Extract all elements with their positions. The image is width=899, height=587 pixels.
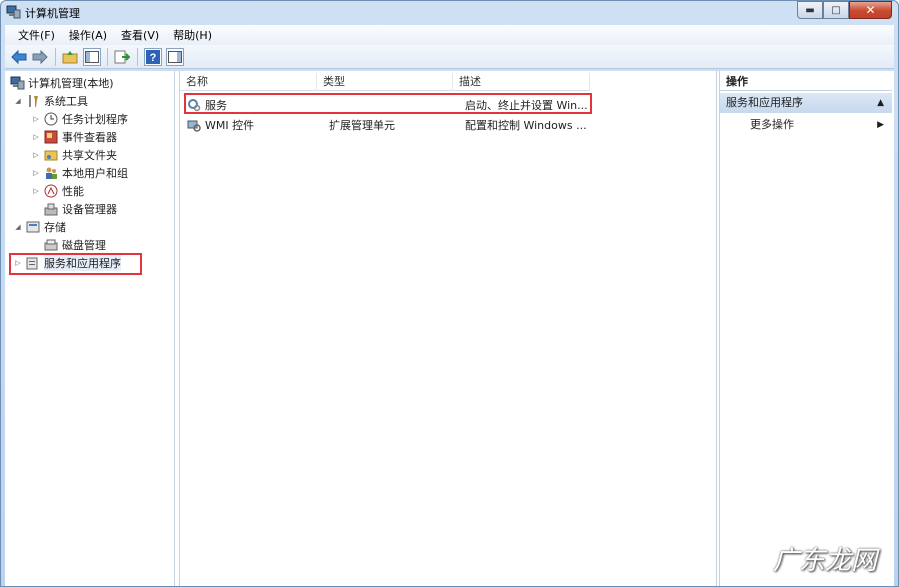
tree-item-performance[interactable]: ▷ 性能 <box>31 182 84 200</box>
device-manager-icon <box>43 201 59 217</box>
computer-management-window: 计算机管理 ▬ □ ✕ 文件(F) 操作(A) 查看(V) 帮助(H) ? 计算… <box>0 0 899 587</box>
tree-item-event-viewer[interactable]: ▷ 事件查看器 <box>31 128 117 146</box>
column-name[interactable]: 名称 <box>180 73 317 91</box>
cell-description: 配置和控制 Windows ... <box>465 118 587 132</box>
list-row-wmi[interactable]: WMI 控件 扩展管理单元 配置和控制 Windows ... <box>180 115 589 134</box>
tree-item-root[interactable]: 计算机管理(本地) <box>9 74 114 92</box>
storage-icon <box>25 219 41 235</box>
tree-label: 本地用户和组 <box>62 167 128 180</box>
window-title: 计算机管理 <box>25 7 80 20</box>
cell-type: 扩展管理单元 <box>329 118 395 132</box>
tools-icon <box>25 93 41 109</box>
toolbar-separator <box>55 47 56 66</box>
tree-item-device-manager[interactable]: 设备管理器 <box>43 200 117 218</box>
performance-icon <box>43 183 59 199</box>
navigation-tree: 计算机管理(本地) ◢ 系统工具 ▷ 任务计划程序 ▷ 事件查看器 ▷ 共享文件… <box>5 71 175 586</box>
tree-item-task-scheduler[interactable]: ▷ 任务计划程序 <box>31 110 128 128</box>
window-controls: ▬ □ ✕ <box>797 1 892 19</box>
toolbar: ? <box>5 45 894 69</box>
actions-header: 操作 <box>720 73 892 91</box>
title-bar[interactable]: 计算机管理 ▬ □ ✕ <box>1 1 898 23</box>
minimize-button[interactable]: ▬ <box>797 1 823 19</box>
menu-action[interactable]: 操作(A) <box>62 27 114 43</box>
export-list-icon[interactable] <box>112 47 132 67</box>
back-icon[interactable] <box>9 47 29 67</box>
svg-text:?: ? <box>150 52 157 64</box>
clock-icon <box>43 111 59 127</box>
list-header: 名称 类型 描述 <box>180 73 590 91</box>
tree-label: 共享文件夹 <box>62 149 117 162</box>
help-icon[interactable]: ? <box>144 47 162 66</box>
event-log-icon <box>43 129 59 145</box>
toolbar-separator <box>107 47 108 66</box>
actions-section-services-apps[interactable]: 服务和应用程序 ▲ <box>720 93 892 113</box>
shared-folder-icon <box>43 147 59 163</box>
users-icon <box>43 165 59 181</box>
highlight-box <box>184 93 592 114</box>
tree-label: 性能 <box>62 185 84 198</box>
column-description[interactable]: 描述 <box>453 73 590 91</box>
tree-item-system-tools[interactable]: ◢ 系统工具 <box>13 92 88 110</box>
show-hide-action-pane-icon[interactable] <box>166 47 184 66</box>
close-button[interactable]: ✕ <box>849 1 892 19</box>
more-actions-label: 更多操作 <box>750 118 794 131</box>
watermark: 广东龙网 <box>773 546 878 576</box>
tree-label: 设备管理器 <box>62 203 117 216</box>
content-area: 计算机管理(本地) ◢ 系统工具 ▷ 任务计划程序 ▷ 事件查看器 ▷ 共享文件… <box>5 71 894 586</box>
computer-management-icon <box>6 5 21 19</box>
collapsed-arrow-icon[interactable]: ▷ <box>31 115 41 123</box>
tree-item-shared-folders[interactable]: ▷ 共享文件夹 <box>31 146 117 164</box>
column-type[interactable]: 类型 <box>317 73 453 91</box>
actions-section-label: 服务和应用程序 <box>726 96 803 109</box>
cell-name: WMI 控件 <box>205 118 255 132</box>
tree-label: 事件查看器 <box>62 131 117 144</box>
highlight-box <box>9 253 142 275</box>
tree-label: 存储 <box>44 221 66 234</box>
expanded-arrow-icon[interactable]: ◢ <box>13 223 23 231</box>
menu-file[interactable]: 文件(F) <box>11 27 62 43</box>
tree-label: 磁盘管理 <box>62 239 106 252</box>
disk-icon <box>43 237 59 253</box>
collapsed-arrow-icon[interactable]: ▷ <box>31 187 41 195</box>
tree-label: 系统工具 <box>44 95 88 108</box>
more-actions-item[interactable]: 更多操作 ▶ <box>720 115 892 135</box>
computer-management-icon <box>9 75 25 91</box>
tree-item-disk-management[interactable]: 磁盘管理 <box>43 236 106 254</box>
tree-item-storage[interactable]: ◢ 存储 <box>13 218 66 236</box>
forward-icon[interactable] <box>30 47 50 67</box>
show-hide-tree-icon[interactable] <box>83 47 101 66</box>
collapse-arrow-icon[interactable]: ▲ <box>877 93 884 113</box>
collapsed-arrow-icon[interactable]: ▷ <box>31 151 41 159</box>
tree-item-local-users[interactable]: ▷ 本地用户和组 <box>31 164 128 182</box>
tree-label: 计算机管理(本地) <box>28 77 114 90</box>
toolbar-separator <box>137 47 138 66</box>
submenu-arrow-icon: ▶ <box>877 120 884 130</box>
actions-pane: 操作 服务和应用程序 ▲ 更多操作 ▶ <box>719 71 894 586</box>
up-folder-icon[interactable] <box>60 47 80 67</box>
menu-view[interactable]: 查看(V) <box>114 27 166 43</box>
menu-bar: 文件(F) 操作(A) 查看(V) 帮助(H) <box>5 25 894 45</box>
menu-help[interactable]: 帮助(H) <box>166 27 219 43</box>
list-pane: 名称 类型 描述 服务 启动、终止并设置 Win... WMI 控件 扩展管理单… <box>179 71 717 586</box>
wmi-icon <box>186 117 202 133</box>
expanded-arrow-icon[interactable]: ◢ <box>13 97 23 105</box>
collapsed-arrow-icon[interactable]: ▷ <box>31 169 41 177</box>
tree-label: 任务计划程序 <box>62 113 128 126</box>
collapsed-arrow-icon[interactable]: ▷ <box>31 133 41 141</box>
maximize-button[interactable]: □ <box>823 1 849 19</box>
